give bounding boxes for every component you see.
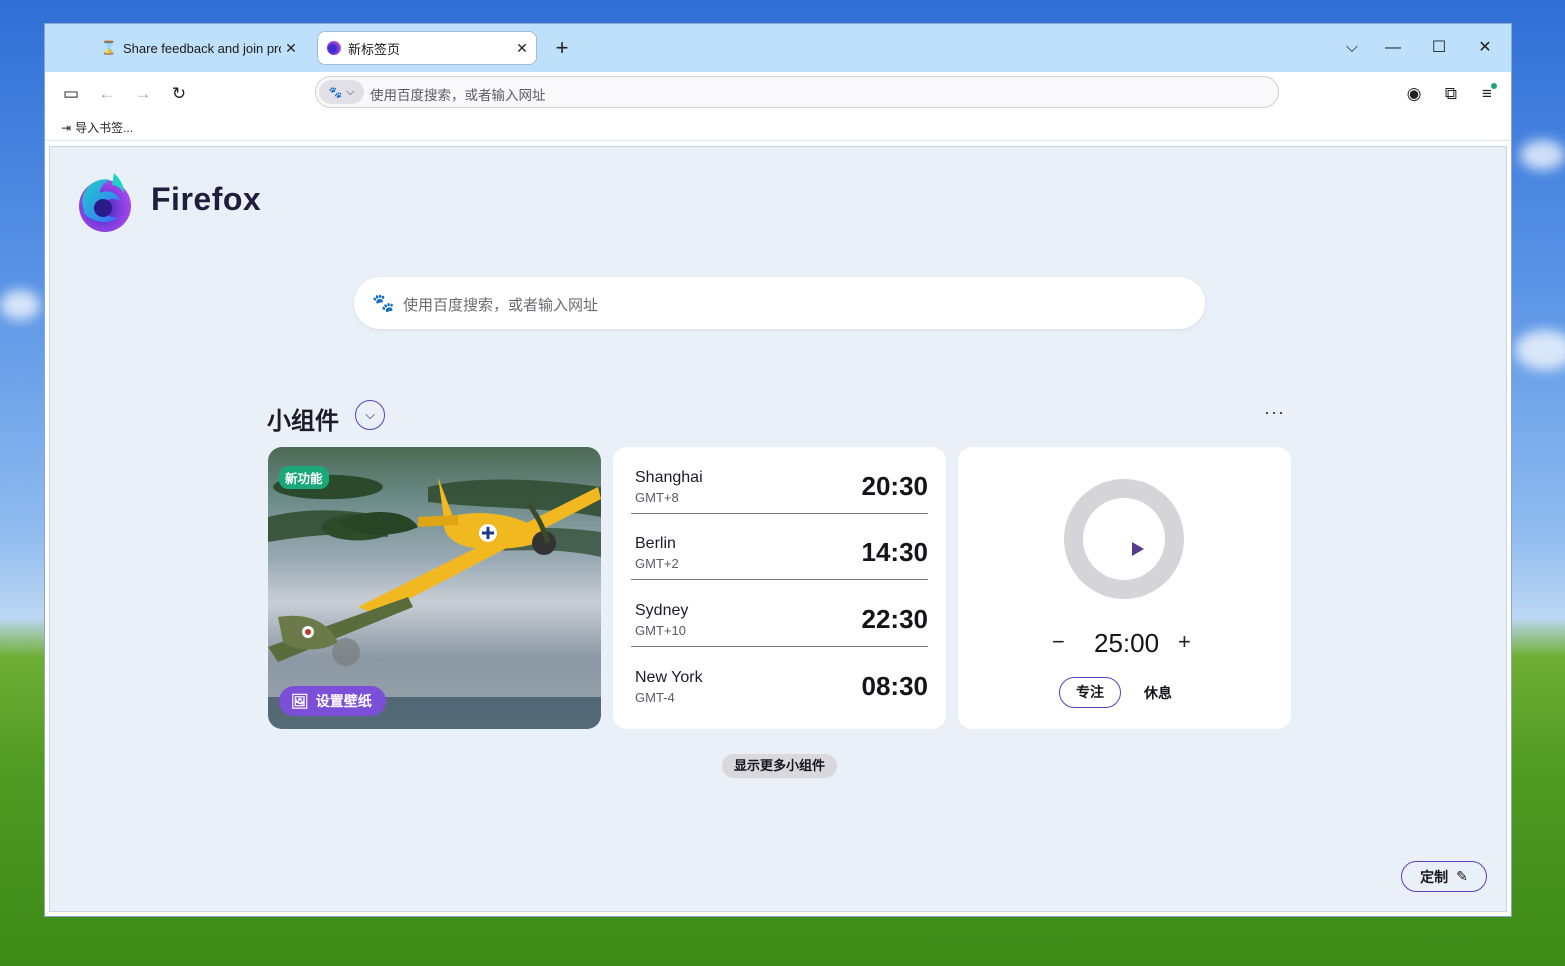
desktop-cloud — [1515, 330, 1565, 370]
timer-progress-ring — [1064, 479, 1184, 599]
new-tab-button[interactable]: + — [550, 36, 574, 60]
close-window-button[interactable]: ✕ — [1471, 35, 1499, 61]
extensions-puzzle-icon[interactable]: ⧉ — [1439, 82, 1463, 106]
widgets-collapse-button[interactable]: ⌵ — [355, 400, 385, 430]
firefox-logo — [79, 173, 131, 232]
customize-label: 定制 — [1420, 868, 1449, 885]
clock-time: 08:30 — [861, 671, 929, 701]
show-more-widgets-button[interactable]: 显示更多小组件 — [722, 754, 837, 778]
widgets-heading: 小组件 — [267, 408, 339, 435]
clock-time: 20:30 — [861, 471, 929, 501]
tab-list-chevron-down-icon[interactable]: ⌵ — [1338, 35, 1366, 61]
chevron-down-icon: ⌵ — [346, 85, 355, 98]
minimize-button[interactable]: — — [1379, 35, 1407, 61]
decrease-time-button[interactable]: − — [1052, 629, 1065, 655]
brand-wordmark: Firefox — [151, 181, 262, 217]
widgets-more-button[interactable]: ··· — [1264, 402, 1285, 423]
desktop-cloud — [1520, 140, 1565, 170]
close-icon[interactable]: ✕ — [281, 40, 301, 57]
clock-row: Berlin GMT+2 14:30 — [631, 513, 928, 580]
close-icon[interactable]: ✕ — [512, 40, 532, 57]
focus-mode-button[interactable]: 专注 — [1059, 677, 1121, 708]
search-box[interactable]: 🐾 使用百度搜索，或者输入网址 — [354, 277, 1205, 329]
bookmarks-toolbar: ⇥ 导入书签... — [45, 116, 1511, 141]
import-icon: ⇥ — [61, 120, 72, 135]
clock-row: Shanghai GMT+8 20:30 — [631, 447, 928, 514]
clock-offset: GMT+2 — [635, 556, 679, 571]
firefox-icon — [326, 40, 342, 56]
account-icon[interactable]: ◉ — [1402, 82, 1426, 106]
new-feature-badge: 新功能 — [279, 466, 329, 489]
import-bookmarks-link[interactable]: ⇥ 导入书签... — [61, 119, 133, 136]
search-engine-selector[interactable]: 🐾 ⌵ — [319, 80, 364, 104]
clock-offset: GMT+10 — [635, 623, 686, 638]
forward-arrow-icon[interactable]: → — [131, 82, 155, 106]
clock-city: Berlin — [635, 535, 676, 552]
set-wallpaper-button[interactable]: 🖼 设置壁纸 — [279, 686, 386, 716]
nav-bar: ▭ ← → ↻ 🐾 ⌵ 使用百度搜索，或者输入网址 ◉ ⧉ ≡ — [45, 72, 1511, 116]
clock-offset: GMT+8 — [635, 490, 679, 505]
pencil-icon: ✎ — [1456, 868, 1468, 884]
hourglass-icon: ⌛ — [100, 40, 118, 55]
clock-row: New York GMT-4 08:30 — [631, 647, 928, 713]
import-bookmarks-label: 导入书签... — [75, 121, 134, 135]
chevron-down-icon: ⌵ — [365, 407, 375, 422]
maximize-button[interactable]: ☐ — [1425, 35, 1453, 61]
image-icon: 🖼 — [291, 692, 309, 709]
sidebar-toggle-icon[interactable]: ▭ — [59, 82, 83, 106]
url-bar[interactable]: 🐾 ⌵ 使用百度搜索，或者输入网址 — [315, 76, 1279, 108]
tab-feedback[interactable]: ⌛ Share feedback and join product ✕ — [91, 31, 305, 65]
set-wallpaper-label: 设置壁纸 — [315, 693, 372, 709]
tab-label: 新标签页 — [348, 41, 401, 57]
url-placeholder: 使用百度搜索，或者输入网址 — [370, 88, 546, 103]
clock-offset: GMT-4 — [635, 690, 675, 705]
search-placeholder: 使用百度搜索，或者输入网址 — [403, 297, 599, 314]
focus-timer-widget: − 25:00 + 专注 休息 — [958, 447, 1291, 729]
wallpaper-widget[interactable]: 新功能 🖼 设置壁纸 — [268, 447, 601, 729]
baidu-paw-icon: 🐾 — [372, 293, 395, 313]
break-mode-button[interactable]: 休息 — [1144, 683, 1172, 703]
desktop-cloud — [0, 290, 40, 320]
tab-bar: ⌛ Share feedback and join product ✕ 新标签页… — [45, 24, 1511, 72]
clock-city: Shanghai — [635, 469, 703, 486]
clock-time: 22:30 — [861, 604, 929, 634]
new-tab-page: Firefox 🐾 使用百度搜索，或者输入网址 小组件 ⌵ ··· 新功能 🖼 … — [49, 146, 1507, 912]
world-clock-widget: Shanghai GMT+8 20:30 Berlin GMT+2 14:30 … — [613, 447, 946, 729]
browser-window: ⌛ Share feedback and join product ✕ 新标签页… — [44, 23, 1512, 917]
customize-button[interactable]: 定制 ✎ — [1401, 861, 1487, 892]
timer-value: 25:00 — [1094, 628, 1160, 658]
tab-label: Share feedback and join product — [123, 40, 281, 56]
menu-hamburger-icon[interactable]: ≡ — [1475, 82, 1499, 106]
baidu-paw-icon: 🐾 — [328, 86, 343, 99]
back-arrow-icon[interactable]: ← — [95, 82, 119, 106]
tab-newtab[interactable]: 新标签页 ✕ — [317, 31, 537, 65]
clock-city: Sydney — [635, 602, 689, 619]
play-icon[interactable] — [1132, 542, 1144, 556]
increase-time-button[interactable]: + — [1178, 629, 1191, 655]
reload-icon[interactable]: ↻ — [167, 82, 191, 106]
clock-city: New York — [635, 669, 703, 686]
clock-time: 14:30 — [861, 537, 929, 567]
clock-row: Sydney GMT+10 22:30 — [631, 580, 928, 647]
